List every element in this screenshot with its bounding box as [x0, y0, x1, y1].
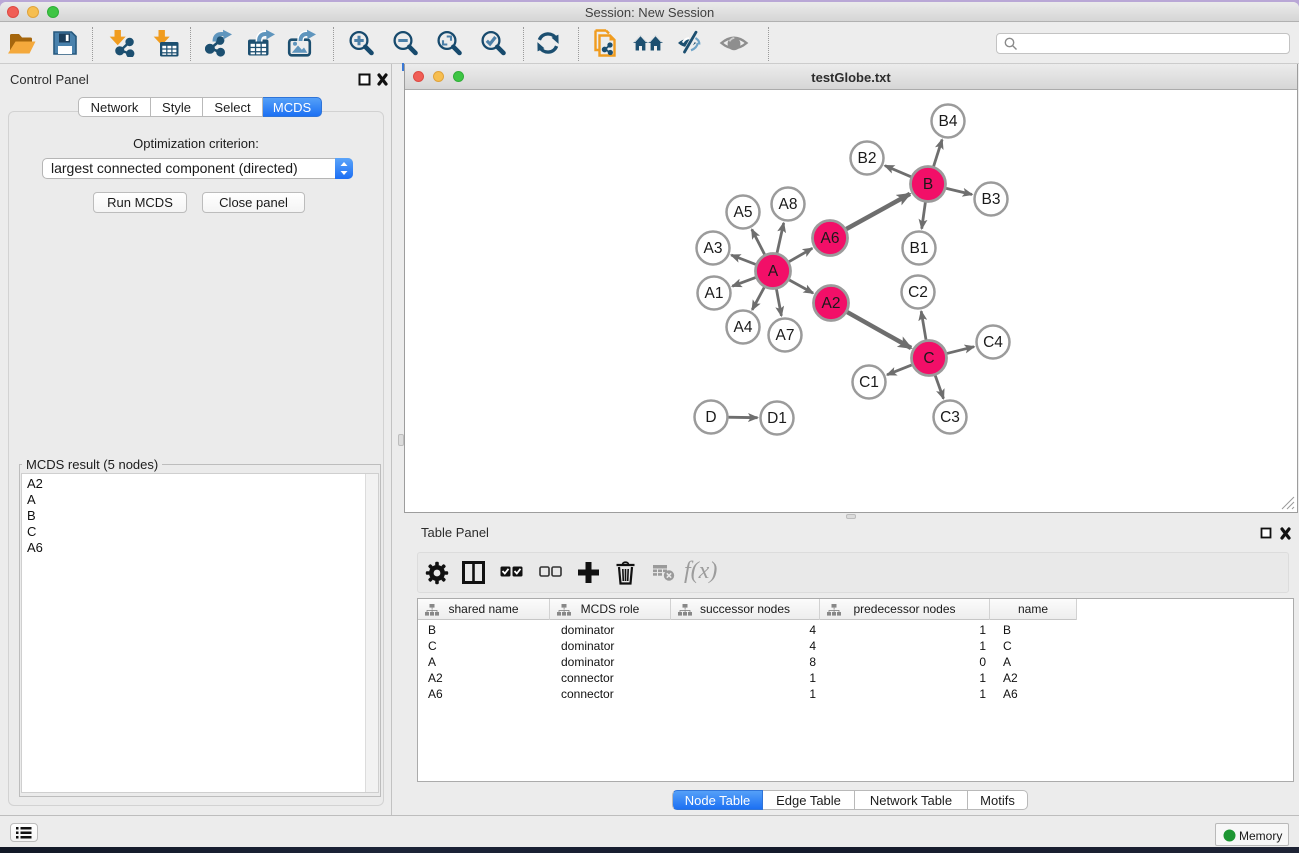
- svg-text:A8: A8: [779, 196, 798, 213]
- svg-text:A6: A6: [821, 230, 840, 247]
- svg-text:D: D: [705, 409, 716, 426]
- svg-text:C1: C1: [859, 374, 879, 391]
- svg-text:C: C: [923, 350, 934, 367]
- svg-text:A: A: [768, 263, 779, 280]
- svg-text:B: B: [923, 176, 933, 193]
- svg-text:C4: C4: [983, 334, 1003, 351]
- svg-text:B1: B1: [910, 240, 929, 257]
- svg-text:A1: A1: [705, 285, 724, 302]
- svg-text:A7: A7: [776, 327, 795, 344]
- svg-text:A4: A4: [734, 319, 753, 336]
- svg-text:A3: A3: [704, 240, 723, 257]
- svg-text:B4: B4: [939, 113, 958, 130]
- svg-text:D1: D1: [767, 410, 787, 427]
- svg-text:A2: A2: [822, 295, 841, 312]
- svg-text:A5: A5: [734, 204, 753, 221]
- svg-text:C3: C3: [940, 409, 960, 426]
- svg-text:B3: B3: [982, 191, 1001, 208]
- svg-text:B2: B2: [858, 150, 877, 167]
- svg-text:C2: C2: [908, 284, 928, 301]
